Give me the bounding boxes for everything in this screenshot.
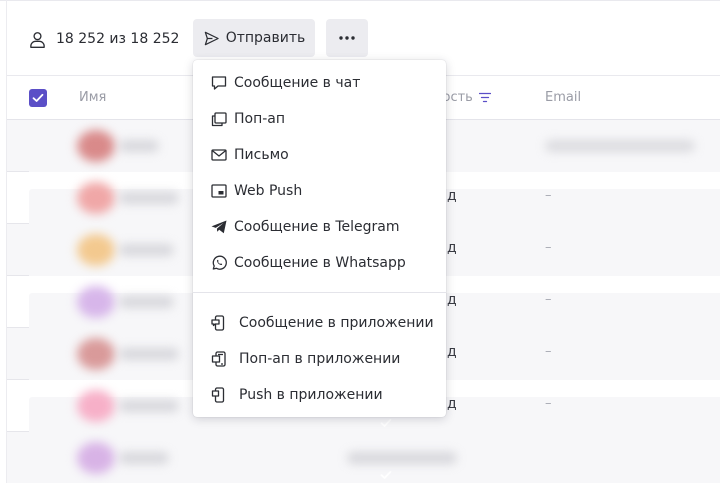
- email-cell: –: [545, 396, 552, 411]
- selection-count-text: 18 252 из 18 252: [56, 31, 180, 47]
- sort-icon[interactable]: [478, 92, 491, 103]
- menu-item-label: Сообщение в приложении: [239, 315, 434, 331]
- more-options-button[interactable]: [326, 19, 368, 57]
- menu-divider: [193, 292, 446, 293]
- activity-redacted: [347, 452, 457, 464]
- contact-name-redacted: [119, 140, 159, 152]
- avatar: [77, 182, 115, 214]
- check-icon: [32, 93, 44, 102]
- menu-item-email[interactable]: Письмо: [193, 137, 446, 173]
- avatar: [77, 130, 115, 162]
- app-popup-icon: [211, 351, 226, 367]
- popup-icon: [211, 112, 227, 127]
- send-button[interactable]: Отправить: [193, 19, 315, 57]
- activity-cell: д: [447, 292, 457, 308]
- email-cell: –: [545, 292, 552, 307]
- menu-item-label: Поп-ап в приложении: [239, 351, 401, 367]
- activity-cell: д: [447, 396, 457, 412]
- contact-email-redacted: [545, 140, 695, 152]
- avatar: [77, 286, 115, 318]
- menu-item-label: Письмо: [234, 147, 289, 163]
- send-button-label: Отправить: [225, 30, 306, 46]
- menu-item-in-app-push[interactable]: Push в приложении: [193, 377, 446, 413]
- telegram-icon: [211, 220, 227, 234]
- selection-count: 18 252 из 18 252: [28, 28, 179, 50]
- avatar: [77, 234, 115, 266]
- activity-cell: д: [447, 344, 457, 360]
- menu-item-label: Сообщение в чат: [234, 75, 361, 91]
- check-icon: [380, 470, 391, 479]
- web-push-icon: [211, 184, 227, 198]
- menu-item-chat-message[interactable]: Сообщение в чат: [193, 65, 446, 101]
- more-horizontal-icon: [339, 36, 355, 40]
- user-icon: [30, 31, 45, 48]
- column-header-name[interactable]: Имя: [79, 90, 106, 105]
- menu-item-in-app-popup[interactable]: Поп-ап в приложении: [193, 341, 446, 377]
- contact-name-redacted: [119, 452, 169, 464]
- column-header-email[interactable]: Email: [545, 90, 581, 105]
- contact-name-redacted: [119, 192, 179, 204]
- table-row[interactable]: [7, 432, 720, 483]
- menu-item-label: Сообщение в Whatsapp: [234, 255, 406, 271]
- send-channel-menu: Сообщение в чат Поп-ап Письмо Web Push С…: [193, 60, 446, 417]
- avatar: [77, 442, 115, 474]
- activity-cell: д: [447, 188, 457, 204]
- app-push-icon: [211, 387, 225, 403]
- email-cell: –: [545, 188, 552, 203]
- whatsapp-icon: [212, 255, 227, 270]
- select-all-checkbox[interactable]: [29, 89, 47, 107]
- envelope-icon: [211, 149, 227, 161]
- menu-item-web-push[interactable]: Web Push: [193, 173, 446, 209]
- avatar: [77, 390, 115, 422]
- chat-bubble-icon: [211, 76, 227, 90]
- menu-item-label: Web Push: [234, 183, 303, 199]
- menu-item-label: Push в приложении: [239, 387, 383, 403]
- app-message-icon: [211, 315, 225, 331]
- contact-name-redacted: [119, 296, 174, 308]
- menu-item-whatsapp[interactable]: Сообщение в Whatsapp: [193, 245, 446, 281]
- email-cell: –: [545, 344, 552, 359]
- menu-item-in-app-message[interactable]: Сообщение в приложении: [193, 305, 446, 341]
- avatar: [77, 338, 115, 370]
- check-icon: [380, 418, 391, 427]
- email-cell: –: [545, 240, 552, 255]
- activity-cell: д: [447, 240, 457, 256]
- menu-item-telegram[interactable]: Сообщение в Telegram: [193, 209, 446, 245]
- send-icon: [204, 31, 219, 45]
- menu-item-label: Сообщение в Telegram: [234, 219, 400, 235]
- menu-item-label: Поп-ап: [234, 111, 286, 127]
- contact-name-redacted: [119, 400, 179, 412]
- menu-item-popup[interactable]: Поп-ап: [193, 101, 446, 137]
- contact-name-redacted: [119, 244, 174, 256]
- contact-name-redacted: [119, 348, 179, 360]
